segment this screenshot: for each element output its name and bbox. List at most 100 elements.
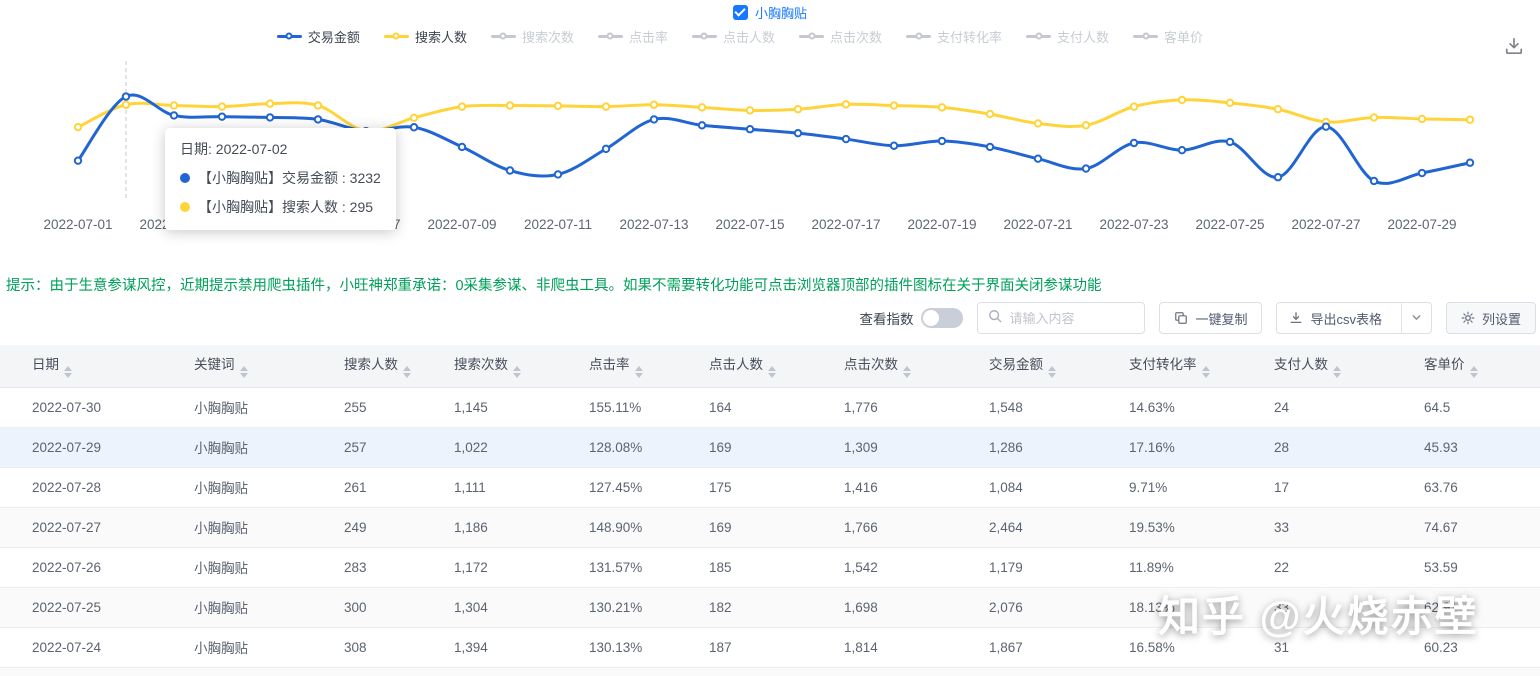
- data-point: [1033, 154, 1043, 163]
- x-axis-label: 2022-07-29: [1387, 217, 1456, 232]
- table-row[interactable]: 2022-07-24 小胸胸贴 308 1,394 130.13% 187 1,814 1,8…: [0, 627, 1540, 668]
- column-header-9[interactable]: 支付人数: [1242, 345, 1392, 388]
- data-point: [937, 103, 947, 112]
- data-point: [985, 109, 995, 119]
- sort-caret-icon[interactable]: [1201, 366, 1210, 379]
- legend-item-0[interactable]: 交易金额: [276, 27, 360, 46]
- legend-item-7[interactable]: 支付人数: [1026, 27, 1109, 46]
- risk-notice: 提示：由于生意参谋风控，近期提示禁用爬虫插件，小旺神郑重承诺：0采集参谋、非爬虫…: [6, 278, 1102, 294]
- data-point: [1273, 105, 1283, 114]
- table-row[interactable]: 2022-07-25 小胸胸贴 300 1,304 130.21% 182 1,698 2,0…: [0, 587, 1540, 628]
- table-cell: 小胸胸贴: [162, 427, 312, 468]
- table-cell: 1,416: [812, 467, 957, 508]
- table-cell: 2,076: [957, 587, 1097, 628]
- table-row-partial[interactable]: [0, 667, 1540, 676]
- table-row[interactable]: 2022-07-26 小胸胸贴 283 1,172 131.57% 185 1,542 1,1…: [0, 547, 1540, 588]
- column-header-6[interactable]: 点击次数: [812, 345, 957, 388]
- sort-caret-icon[interactable]: [239, 366, 248, 379]
- table-row[interactable]: 2022-07-30 小胸胸贴 255 1,145 155.11% 164 1,776 1,5…: [0, 387, 1540, 428]
- x-axis-label: 2022-07-17: [811, 217, 880, 232]
- table-row[interactable]: 2022-07-29 小胸胸贴 257 1,022 128.08% 169 1,309 1,2…: [0, 427, 1540, 468]
- column-header-10[interactable]: 客单价: [1392, 345, 1540, 388]
- legend-marker-icon: [383, 30, 409, 42]
- x-axis-label: 2022-07-19: [907, 217, 976, 232]
- column-header-1[interactable]: 关键词: [162, 345, 312, 388]
- table-cell: 31: [1242, 627, 1392, 668]
- table-cell: [677, 667, 812, 676]
- table-cell: 1,766: [812, 507, 957, 548]
- column-header-8[interactable]: 支付转化率: [1097, 345, 1242, 388]
- column-header-label: 点击人数: [709, 357, 763, 373]
- column-header-5[interactable]: 点击人数: [677, 345, 812, 388]
- sort-caret-icon[interactable]: [403, 366, 411, 379]
- legend-label: 点击率: [628, 29, 668, 45]
- view-index-toggle[interactable]: [921, 308, 964, 328]
- table-cell: 187: [677, 627, 812, 668]
- sort-caret-icon[interactable]: [768, 366, 776, 379]
- copy-button[interactable]: 一键复制: [1159, 302, 1263, 334]
- table-cell: 300: [312, 587, 422, 628]
- sort-caret-icon[interactable]: [634, 366, 643, 379]
- x-axis-label: 2022-07-25: [1195, 217, 1264, 232]
- table-cell: 62.91: [1392, 587, 1540, 628]
- series-checkbox[interactable]: [732, 4, 748, 20]
- tooltip-item: 【小胸胸贴】交易金额 : 3232: [180, 168, 381, 188]
- search-box[interactable]: [977, 302, 1146, 334]
- table-cell: 小胸胸贴: [162, 627, 312, 668]
- chevron-down-icon: [1411, 311, 1422, 326]
- column-header-7[interactable]: 交易金额: [957, 345, 1097, 388]
- sort-caret-icon[interactable]: [513, 366, 521, 379]
- sort-caret-icon[interactable]: [1469, 366, 1478, 379]
- column-header-0[interactable]: 日期: [0, 345, 162, 388]
- column-settings-button[interactable]: 列设置: [1445, 302, 1536, 334]
- table-cell: 185: [677, 547, 812, 588]
- legend-item-1[interactable]: 搜索人数: [383, 27, 467, 46]
- search-icon: [988, 309, 1002, 328]
- legend-item-4[interactable]: 点击人数: [691, 27, 775, 46]
- data-point: [265, 99, 275, 108]
- table-cell: 1,286: [957, 427, 1097, 468]
- legend-item-2[interactable]: 搜索次数: [490, 27, 574, 46]
- tooltip-item-text: 【小胸胸贴】交易金额 : 3232: [198, 170, 381, 186]
- analytics-page: 小胸胸贴 交易金额 搜索人数 搜索次数 点击率 点击人数 点击次数 支付转化率 支付人数 客单价…: [0, 0, 1540, 676]
- data-point: [1273, 173, 1283, 182]
- data-point: [265, 113, 275, 122]
- column-header-label: 搜索次数: [454, 357, 508, 373]
- table-cell: 175: [677, 467, 812, 508]
- column-header-3[interactable]: 搜索次数: [422, 345, 557, 388]
- table-row[interactable]: 2022-07-28 小胸胸贴 261 1,111 127.45% 175 1,416 1,0…: [0, 467, 1540, 508]
- table-cell: 17.16%: [1097, 427, 1242, 468]
- export-dropdown-button[interactable]: [1400, 303, 1431, 333]
- legend-item-8[interactable]: 客单价: [1133, 27, 1203, 46]
- export-csv-button[interactable]: 导出csv表格: [1276, 302, 1432, 334]
- data-point: [841, 134, 851, 144]
- legend-label: 客单价: [1164, 29, 1204, 45]
- legend-item-3[interactable]: 点击率: [597, 27, 668, 46]
- data-point: [889, 101, 899, 110]
- table-row[interactable]: 2022-07-27 小胸胸贴 249 1,186 148.90% 169 1,766 2,4…: [0, 507, 1540, 548]
- sort-caret-icon[interactable]: [1048, 366, 1056, 379]
- x-axis-label: 2022-07-09: [427, 217, 496, 232]
- x-axis-label: 2022-07-01: [43, 217, 112, 232]
- table-cell: 255: [312, 387, 422, 428]
- table-cell: 169: [677, 507, 812, 548]
- table-cell: 1,814: [812, 627, 957, 668]
- column-header-4[interactable]: 点击率: [557, 345, 677, 388]
- data-point: [1369, 113, 1379, 122]
- legend-label: 支付转化率: [937, 29, 1003, 45]
- sort-caret-icon[interactable]: [903, 366, 911, 379]
- table-cell: 1,542: [812, 547, 957, 588]
- column-header-label: 搜索人数: [344, 357, 398, 373]
- table-cell: [557, 667, 677, 676]
- table-cell: [312, 667, 422, 676]
- legend-item-6[interactable]: 支付转化率: [906, 27, 1002, 46]
- table-cell: 小胸胸贴: [162, 467, 312, 508]
- sort-caret-icon[interactable]: [1333, 366, 1341, 379]
- legend-item-5[interactable]: 点击次数: [799, 27, 882, 46]
- table-cell: 64.5: [1392, 387, 1540, 428]
- table-cell: 45.93: [1392, 427, 1540, 468]
- sort-caret-icon[interactable]: [64, 366, 72, 379]
- data-point: [121, 100, 131, 109]
- column-header-2[interactable]: 搜索人数: [312, 345, 422, 388]
- search-input[interactable]: [1009, 310, 1130, 326]
